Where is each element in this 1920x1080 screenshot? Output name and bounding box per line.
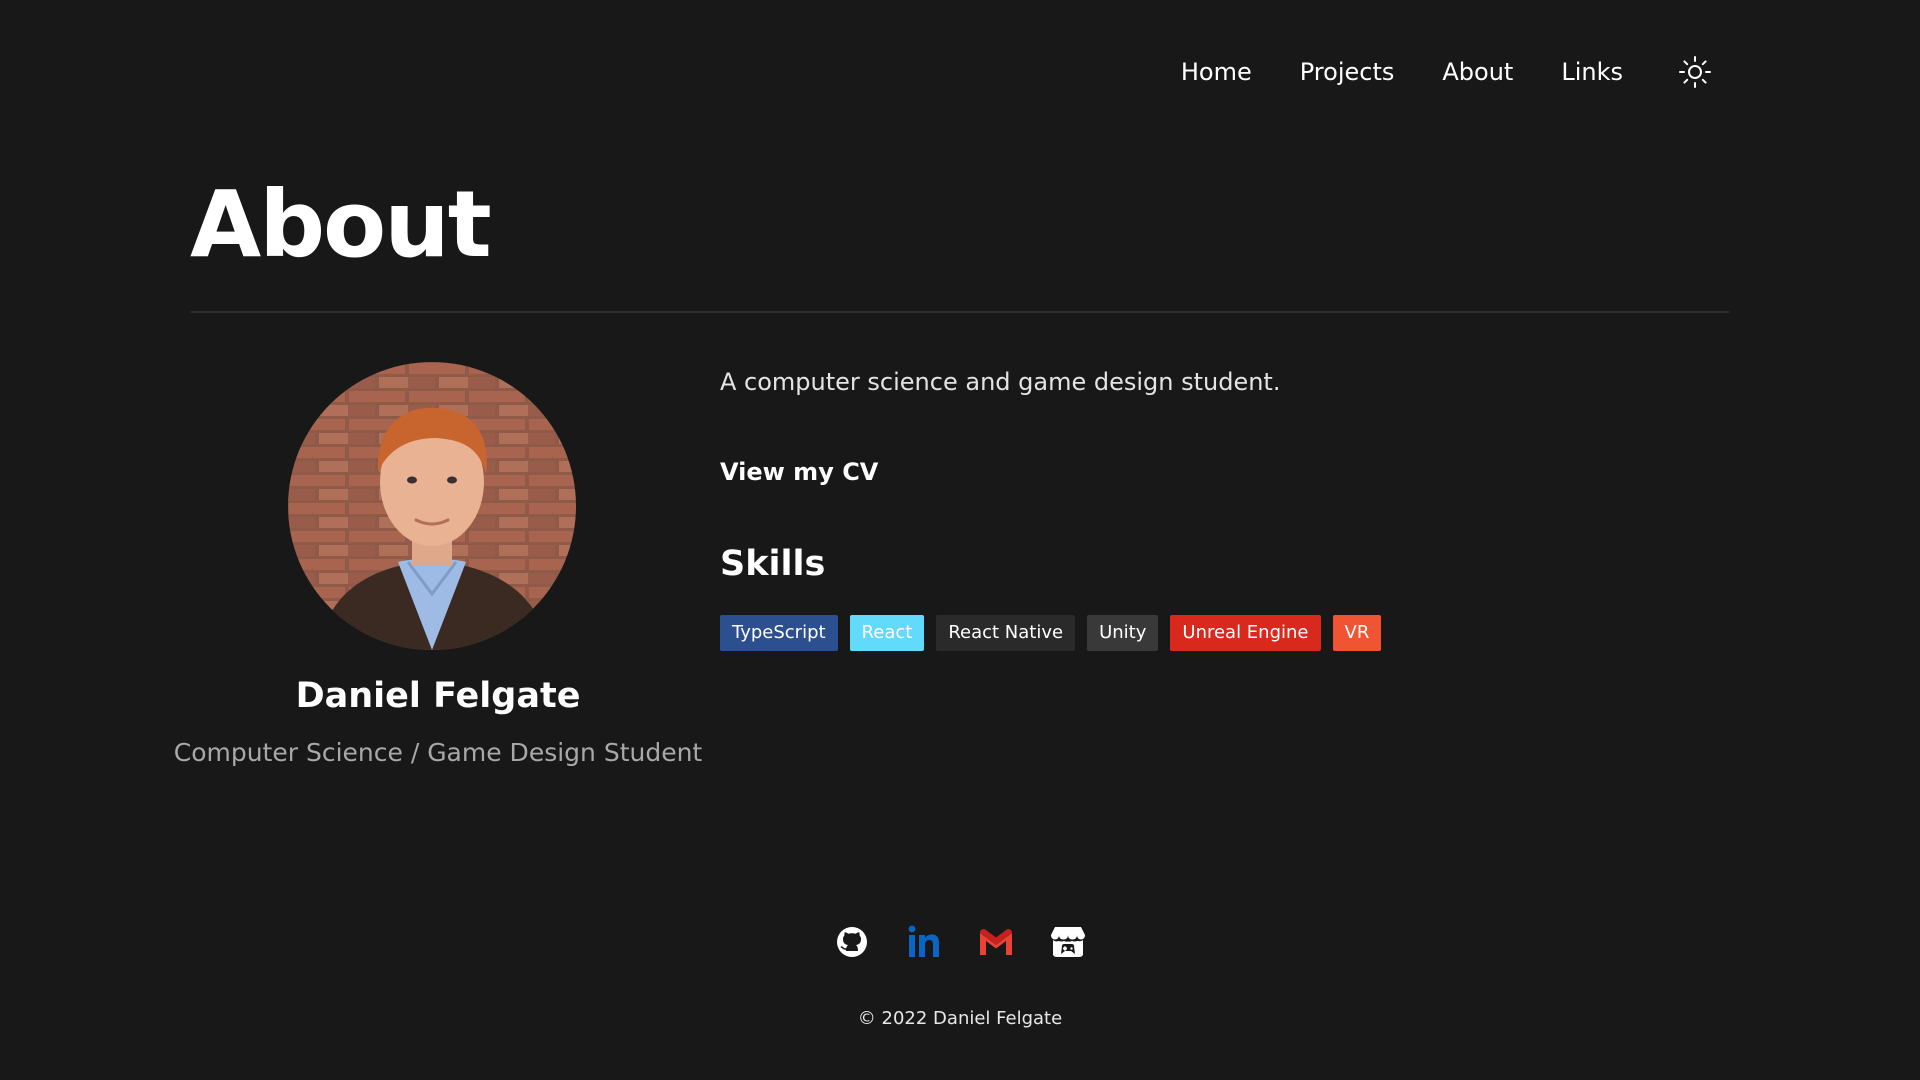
view-cv-link[interactable]: View my CV [720,458,878,486]
skill-badge-react-native: React Native [936,615,1076,651]
nav-about-link[interactable]: About [1442,52,1513,92]
skill-badge-unity: Unity [1087,615,1159,651]
bio-text: A computer science and game design stude… [720,368,1281,396]
about-page: Home Projects About Links About Daniel F… [0,0,1920,1080]
skill-badge-unreal-engine: Unreal Engine [1170,615,1321,651]
github-icon [837,927,867,957]
social-links [832,922,1088,962]
nav-projects-link[interactable]: Projects [1300,52,1395,92]
skill-badge-typescript: TypeScript [720,615,838,651]
skill-badge-vr: VR [1332,615,1382,651]
skills-heading: Skills [720,544,826,584]
skill-badge-react: React [849,615,925,651]
sun-icon [1679,56,1711,88]
nav-home-link[interactable]: Home [1181,52,1252,92]
itchio-icon [1051,927,1085,957]
copyright-text: © 2022 Daniel Felgate [857,1008,1063,1029]
avatar [288,362,576,650]
linkedin-link[interactable] [904,922,944,962]
top-nav: Home Projects About Links [1181,52,1715,92]
profile-photo [288,362,576,650]
title-divider [191,311,1729,313]
gmail-link[interactable] [976,922,1016,962]
profile-name: Daniel Felgate [295,676,581,716]
theme-toggle-button[interactable] [1675,52,1715,92]
profile-role: Computer Science / Game Design Student [173,738,703,767]
itchio-link[interactable] [1048,922,1088,962]
linkedin-icon [908,925,939,957]
skills-list: TypeScript React React Native Unity Unre… [720,615,1393,651]
gmail-icon [980,929,1012,955]
page-title: About [190,171,492,278]
github-link[interactable] [832,922,872,962]
nav-links-link[interactable]: Links [1561,52,1623,92]
